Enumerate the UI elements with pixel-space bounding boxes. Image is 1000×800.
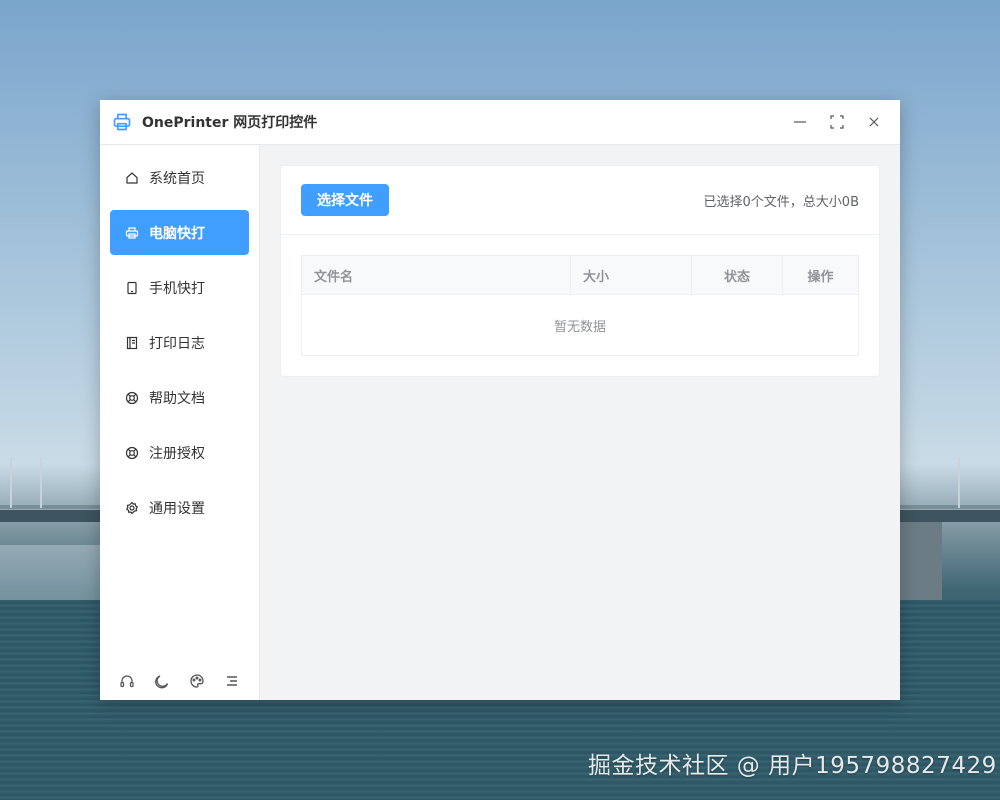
main-content: 选择文件 已选择0个文件，总大小0B 文件名 大小 状态 操作 暂无数据 bbox=[260, 145, 900, 700]
watermark-text: 掘金技术社区 @ 用户195798827429 bbox=[588, 753, 997, 779]
file-panel: 选择文件 已选择0个文件，总大小0B 文件名 大小 状态 操作 暂无数据 bbox=[280, 165, 880, 377]
title-bar[interactable]: OnePrinter 网页打印控件 bbox=[100, 100, 900, 145]
selection-summary: 已选择0个文件，总大小0B bbox=[703, 194, 859, 210]
log-icon bbox=[125, 336, 139, 350]
sidebar-item-mobile-print[interactable]: 手机快打 bbox=[110, 265, 249, 310]
column-header-filename[interactable]: 文件名 bbox=[301, 255, 571, 295]
file-panel-header: 选择文件 已选择0个文件，总大小0B bbox=[281, 166, 879, 235]
sidebar-item-label: 通用设置 bbox=[149, 500, 205, 517]
background-lamp bbox=[40, 458, 42, 508]
license-icon bbox=[125, 446, 139, 460]
phone-icon bbox=[125, 281, 139, 295]
maximize-icon bbox=[829, 115, 844, 129]
moon-icon[interactable] bbox=[154, 673, 170, 689]
close-button[interactable] bbox=[855, 100, 892, 145]
column-header-status[interactable]: 状态 bbox=[691, 255, 783, 295]
sidebar-item-settings[interactable]: 通用设置 bbox=[110, 485, 249, 530]
minimize-button[interactable] bbox=[781, 100, 818, 145]
close-icon bbox=[869, 117, 878, 127]
sidebar-item-label: 系统首页 bbox=[149, 170, 205, 187]
menu-icon[interactable] bbox=[224, 673, 240, 689]
headset-icon[interactable] bbox=[119, 673, 135, 689]
file-table: 文件名 大小 状态 操作 暂无数据 bbox=[301, 255, 859, 356]
sidebar-item-pc-print[interactable]: 电脑快打 bbox=[110, 210, 249, 255]
sidebar-item-label: 注册授权 bbox=[149, 445, 205, 462]
app-window: OnePrinter 网页打印控件 系统首页 电脑快打 手机快打 打印日志 帮助… bbox=[100, 100, 900, 700]
window-title: OnePrinter 网页打印控件 bbox=[142, 115, 318, 131]
printer-logo-icon bbox=[112, 112, 132, 132]
column-header-size[interactable]: 大小 bbox=[570, 255, 692, 295]
help-icon bbox=[125, 391, 139, 405]
background-lamp bbox=[10, 458, 12, 508]
table-header-row: 文件名 大小 状态 操作 bbox=[301, 255, 859, 295]
sidebar-footer bbox=[110, 663, 249, 700]
sidebar-item-label: 手机快打 bbox=[149, 280, 205, 297]
settings-icon bbox=[125, 501, 139, 515]
maximize-button[interactable] bbox=[818, 100, 855, 145]
home-icon bbox=[125, 171, 139, 185]
sidebar-item-home[interactable]: 系统首页 bbox=[110, 155, 249, 200]
sidebar-item-help-docs[interactable]: 帮助文档 bbox=[110, 375, 249, 420]
sidebar-item-label: 打印日志 bbox=[149, 335, 205, 352]
sidebar-item-label: 电脑快打 bbox=[149, 225, 205, 242]
sidebar-item-label: 帮助文档 bbox=[149, 390, 205, 407]
sidebar: 系统首页 电脑快打 手机快打 打印日志 帮助文档 注册授权 通用设置 bbox=[100, 145, 260, 700]
sidebar-item-license[interactable]: 注册授权 bbox=[110, 430, 249, 475]
palette-icon[interactable] bbox=[189, 673, 205, 689]
table-empty-row: 暂无数据 bbox=[302, 295, 859, 356]
sidebar-item-print-log[interactable]: 打印日志 bbox=[110, 320, 249, 365]
minimize-icon bbox=[793, 121, 806, 123]
column-header-actions[interactable]: 操作 bbox=[782, 255, 859, 295]
select-file-button[interactable]: 选择文件 bbox=[301, 184, 389, 216]
empty-state-text: 暂无数据 bbox=[553, 319, 606, 335]
background-skyline bbox=[0, 545, 100, 600]
background-lamp bbox=[958, 458, 960, 508]
printer-icon bbox=[125, 226, 139, 240]
